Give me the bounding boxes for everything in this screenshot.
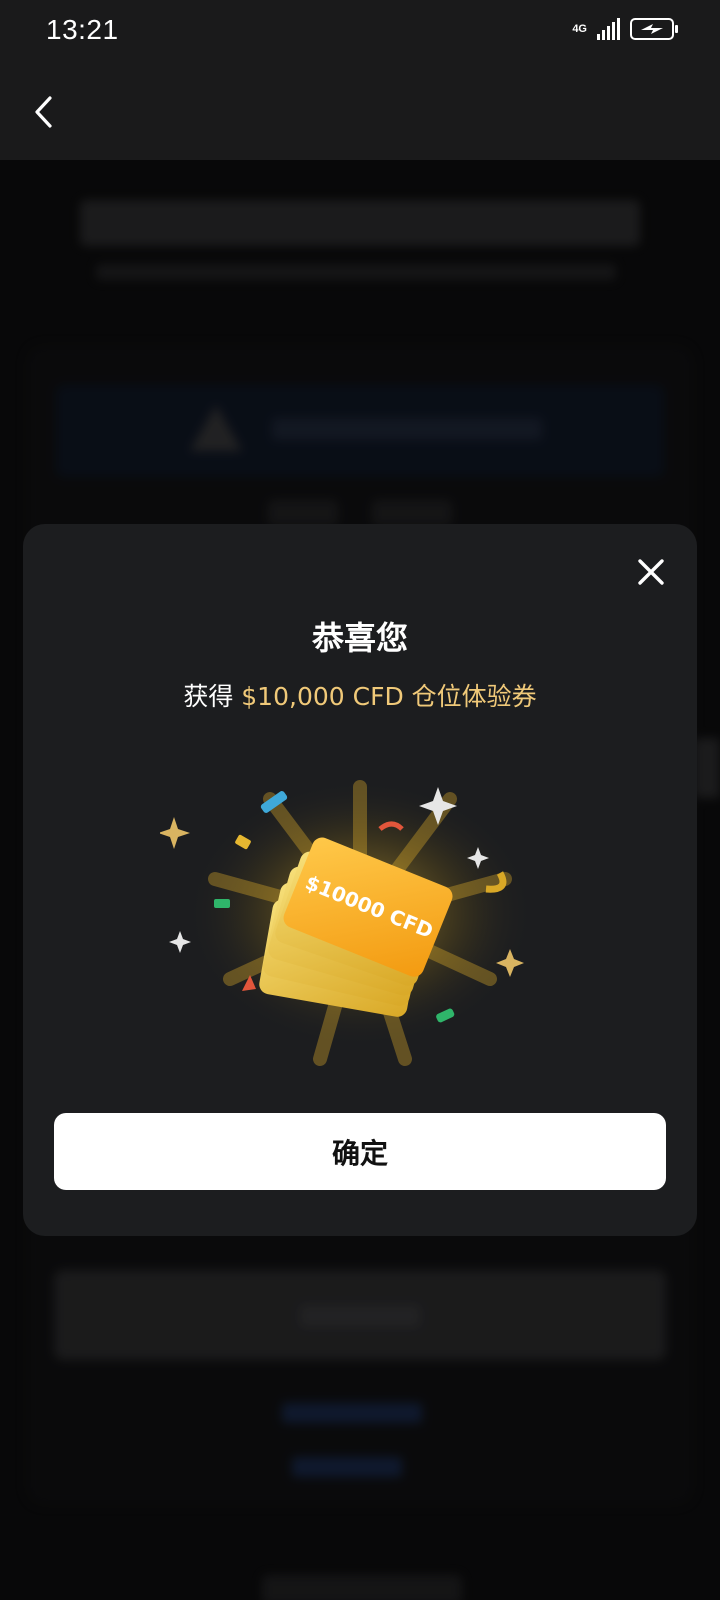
status-icons: 4G (572, 18, 678, 40)
chevron-left-icon (35, 96, 52, 128)
subtitle-highlight: $10,000 CFD 仓位体验券 (241, 682, 537, 711)
modal-subtitle: 获得 $10,000 CFD 仓位体验券 (23, 680, 697, 714)
back-button[interactable] (22, 90, 66, 134)
voucher-tickets-image: $10000 CFD (158, 780, 535, 1066)
status-time: 13:21 (46, 14, 119, 45)
confirm-button[interactable]: 确定 (54, 1113, 666, 1190)
modal-title: 恭喜您 (311, 619, 408, 657)
app-header (0, 64, 720, 160)
close-button[interactable] (631, 552, 671, 592)
subtitle-prefix: 获得 (183, 682, 242, 711)
signal-icon (597, 18, 620, 40)
reward-modal: 恭喜您 获得 $10,000 CFD 仓位体验券 $10000 CFD 确定 (23, 524, 697, 1236)
screen: 13:21 4G 恭喜您 获得 $10,000 CFD 仓位体验券 $10000… (0, 0, 720, 1600)
status-bar: 13:21 4G (0, 0, 720, 64)
network-type-text: 4G (572, 22, 587, 35)
close-icon (638, 559, 664, 585)
charging-bolt-icon (641, 24, 663, 34)
battery-icon (630, 18, 678, 40)
network-type-label: 4G (572, 22, 587, 35)
ticket-illustration: $10000 CFD (158, 769, 560, 1069)
